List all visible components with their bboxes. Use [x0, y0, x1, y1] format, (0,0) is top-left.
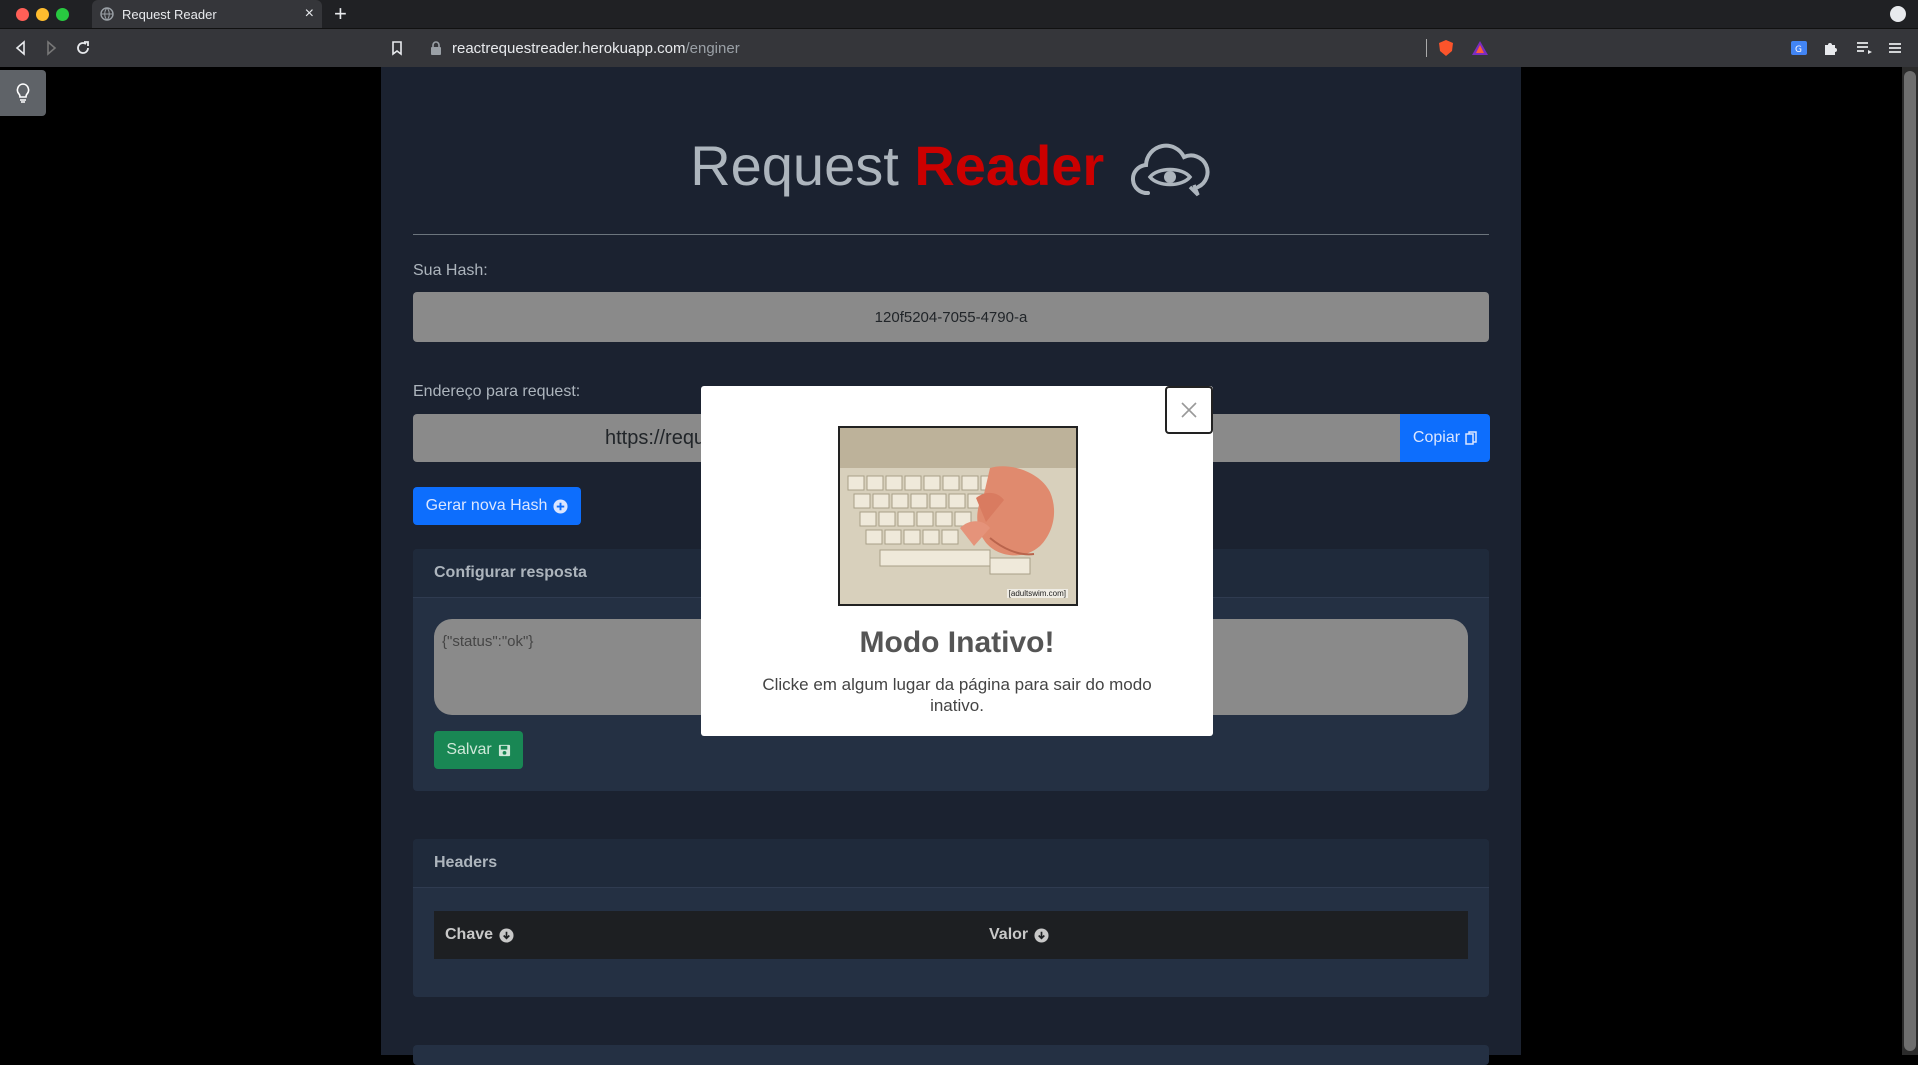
inactive-modal[interactable]: [adultswim.com] Modo Inativo! Clicke em …	[701, 386, 1213, 736]
menu-icon[interactable]	[1886, 39, 1904, 57]
playlist-icon[interactable]	[1855, 39, 1873, 57]
tab-title: Request Reader	[122, 6, 217, 22]
sort-down-icon	[1034, 927, 1049, 943]
brave-shield-icon[interactable]	[1437, 39, 1455, 57]
globe-icon	[100, 7, 114, 21]
reload-icon[interactable]	[74, 39, 92, 57]
hash-value-field[interactable]: 120f5204-7055-4790-a	[413, 292, 1489, 342]
column-valor[interactable]: Valor	[989, 911, 1049, 959]
title-request: Request	[690, 134, 899, 197]
headers-table-head: Chave Valor	[434, 911, 1468, 959]
save-button-label: Salvar	[446, 741, 492, 758]
modal-text: Clicke em algum lugar da página para sai…	[762, 675, 1152, 715]
gif-credit: [adultswim.com]	[1006, 589, 1068, 598]
save-button[interactable]: Salvar	[434, 731, 523, 769]
header-divider	[413, 234, 1489, 235]
modal-close-button[interactable]	[1165, 386, 1213, 434]
lock-icon	[431, 41, 441, 55]
page-scrollbar[interactable]	[1902, 67, 1918, 1055]
modal-title: Modo Inativo!	[859, 626, 1055, 659]
browser-toolbar: reactrequestreader.herokuapp.com/enginer…	[0, 29, 1918, 67]
next-card-edge	[413, 1045, 1489, 1065]
headers-card-title: Headers	[413, 839, 1489, 888]
page-title: Request Reader	[381, 131, 1521, 203]
generate-hash-button[interactable]: Gerar nova Hash	[413, 487, 581, 525]
browser-tab-bar: Request Reader × +	[0, 0, 1918, 29]
cloud-eye-icon	[1130, 143, 1210, 197]
keyboard-illustration	[840, 428, 1076, 604]
copy-icon	[1465, 431, 1477, 445]
toolbar-divider	[1426, 39, 1427, 57]
floppy-disk-icon	[498, 744, 510, 756]
window-close-button[interactable]	[16, 8, 29, 21]
theme-toggle-button[interactable]	[0, 70, 46, 116]
sort-down-icon	[499, 927, 514, 943]
keyboard-typing-image: [adultswim.com]	[838, 426, 1078, 606]
window-maximize-button[interactable]	[56, 8, 69, 21]
column-chave-label: Chave	[445, 926, 494, 943]
translate-icon[interactable]: G	[1790, 39, 1808, 57]
headers-card: Headers Chave Valor	[413, 839, 1489, 997]
svg-text:G: G	[1795, 45, 1802, 55]
lightbulb-icon	[16, 83, 30, 103]
new-tab-button[interactable]: +	[334, 2, 347, 26]
plus-circle-icon	[553, 498, 568, 514]
brave-rewards-icon[interactable]	[1471, 39, 1489, 57]
copy-button[interactable]: Copiar	[1400, 414, 1490, 462]
scrollbar-thumb[interactable]	[1904, 71, 1916, 1051]
column-chave[interactable]: Chave	[445, 911, 514, 959]
close-icon	[1181, 402, 1197, 418]
address-bar[interactable]: reactrequestreader.herokuapp.com/enginer	[430, 34, 1480, 62]
url-host: reactrequestreader.herokuapp.com	[452, 39, 686, 57]
url-path: /enginer	[685, 39, 740, 57]
back-icon[interactable]	[12, 39, 30, 57]
forward-icon[interactable]	[42, 39, 60, 57]
column-valor-label: Valor	[989, 926, 1029, 943]
hash-label: Sua Hash:	[413, 262, 488, 279]
bookmark-icon[interactable]	[388, 39, 406, 57]
extensions-icon[interactable]	[1822, 39, 1840, 57]
address-label: Endereço para request:	[413, 383, 581, 400]
browser-tab[interactable]: Request Reader ×	[92, 0, 322, 28]
title-reader: Reader	[914, 134, 1105, 197]
window-minimize-button[interactable]	[36, 8, 49, 21]
tab-close-icon[interactable]: ×	[305, 6, 314, 22]
generate-hash-label: Gerar nova Hash	[425, 497, 548, 514]
tab-search-icon[interactable]	[1890, 6, 1906, 22]
copy-button-label: Copiar	[1412, 429, 1461, 446]
